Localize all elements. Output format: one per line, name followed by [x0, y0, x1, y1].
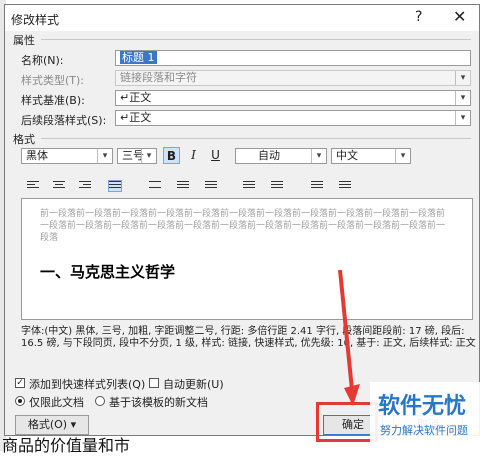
watermark-slogan: 努力解决软件问题: [380, 424, 468, 437]
following-style-value: ↵正文: [120, 111, 152, 124]
annotation-arrow: [338, 270, 360, 406]
bold-button[interactable]: B: [163, 147, 180, 164]
modify-style-dialog: 修改样式 ? ✕ 属性 名称(N): 标题 1 样式类型(T): 链接段落和字符…: [4, 4, 480, 436]
font-select[interactable]: 黑体 ▾: [21, 148, 113, 164]
dialog-title: 修改样式: [11, 13, 60, 27]
increase-indent-icon[interactable]: [339, 181, 351, 191]
add-quick-style-label: 添加到快速样式列表(Q): [29, 378, 146, 391]
line-spacing-double-icon[interactable]: [205, 181, 217, 191]
format-menu-button[interactable]: 格式(O) ▾: [15, 415, 89, 435]
style-type-select: 链接段落和字符 ▾: [115, 70, 471, 86]
chevron-down-icon: ▾: [395, 149, 410, 163]
style-type-value: 链接段落和字符: [120, 71, 197, 84]
font-color-value: 自动: [258, 149, 280, 162]
name-label: 名称(N):: [21, 54, 64, 67]
italic-button[interactable]: I: [185, 147, 202, 164]
new-from-template-radio[interactable]: [95, 396, 105, 406]
only-this-doc-radio[interactable]: [15, 396, 25, 406]
divider: [41, 39, 471, 40]
style-type-label: 样式类型(T):: [21, 74, 85, 87]
add-quick-style-checkbox[interactable]: ✓: [15, 378, 25, 388]
align-left-icon[interactable]: [27, 181, 39, 191]
justify-icon[interactable]: [108, 180, 122, 192]
following-style-select[interactable]: ↵正文 ▾: [115, 110, 471, 126]
style-description: 字体:(中文) 黑体, 三号, 加粗, 字距调整二号, 行距: 多倍行距 2.4…: [21, 326, 476, 349]
line-spacing-1-5-icon[interactable]: [177, 181, 189, 191]
style-name-input[interactable]: 标题 1: [115, 50, 471, 66]
watermark-brand: 软件无忧: [378, 394, 467, 419]
font-color-select[interactable]: 自动 ▾: [235, 148, 327, 164]
preview-previous-paragraph: 前一段落前一段落前一段落前一段落前一段落前一段落前一段落前一段落前一段落前一段落…: [40, 209, 446, 243]
language-select[interactable]: 中文 ▾: [331, 148, 411, 164]
format-section-label: 格式: [13, 133, 35, 146]
chevron-down-icon: ▾: [455, 111, 470, 125]
underline-button[interactable]: U: [207, 147, 224, 164]
space-before-icon[interactable]: [243, 181, 255, 191]
based-on-value: ↵正文: [120, 91, 152, 104]
style-name-value: 标题 1: [120, 51, 157, 64]
font-value: 黑体: [26, 149, 48, 162]
language-value: 中文: [336, 149, 358, 162]
font-size-select[interactable]: 三号 ▾: [117, 148, 157, 164]
chevron-down-icon: ▾: [141, 149, 156, 163]
space-after-icon[interactable]: [271, 181, 283, 191]
watermark: 软件无忧 努力解决软件问题: [370, 382, 488, 444]
based-on-select[interactable]: ↵正文 ▾: [115, 90, 471, 106]
decrease-indent-icon[interactable]: [311, 181, 323, 191]
title-bar: 修改样式 ? ✕: [5, 5, 479, 31]
properties-section-label: 属性: [13, 34, 35, 47]
following-style-label: 后续段落样式(S):: [21, 114, 107, 127]
style-preview: 前一段落前一段落前一段落前一段落前一段落前一段落前一段落前一段落前一段落前一段落…: [21, 198, 473, 320]
only-this-doc-label: 仅限此文档: [29, 396, 84, 409]
chevron-down-icon: ▾: [97, 149, 112, 163]
align-right-icon[interactable]: [79, 181, 91, 191]
new-from-template-label: 基于该模板的新文档: [109, 396, 208, 409]
line-spacing-single-icon[interactable]: [149, 181, 161, 191]
chevron-down-icon: ▾: [455, 91, 470, 105]
close-icon[interactable]: ✕: [453, 7, 466, 26]
preview-heading: 一、马克思主义哲学: [40, 263, 176, 281]
help-icon[interactable]: ?: [415, 9, 422, 25]
divider: [41, 138, 471, 139]
chevron-down-icon: ▾: [311, 149, 326, 163]
based-on-label: 样式基准(B):: [21, 94, 85, 107]
chevron-down-icon: ▾: [455, 71, 470, 85]
auto-update-label: 自动更新(U): [163, 378, 224, 391]
auto-update-checkbox[interactable]: [149, 378, 159, 388]
align-center-icon[interactable]: [53, 181, 65, 191]
